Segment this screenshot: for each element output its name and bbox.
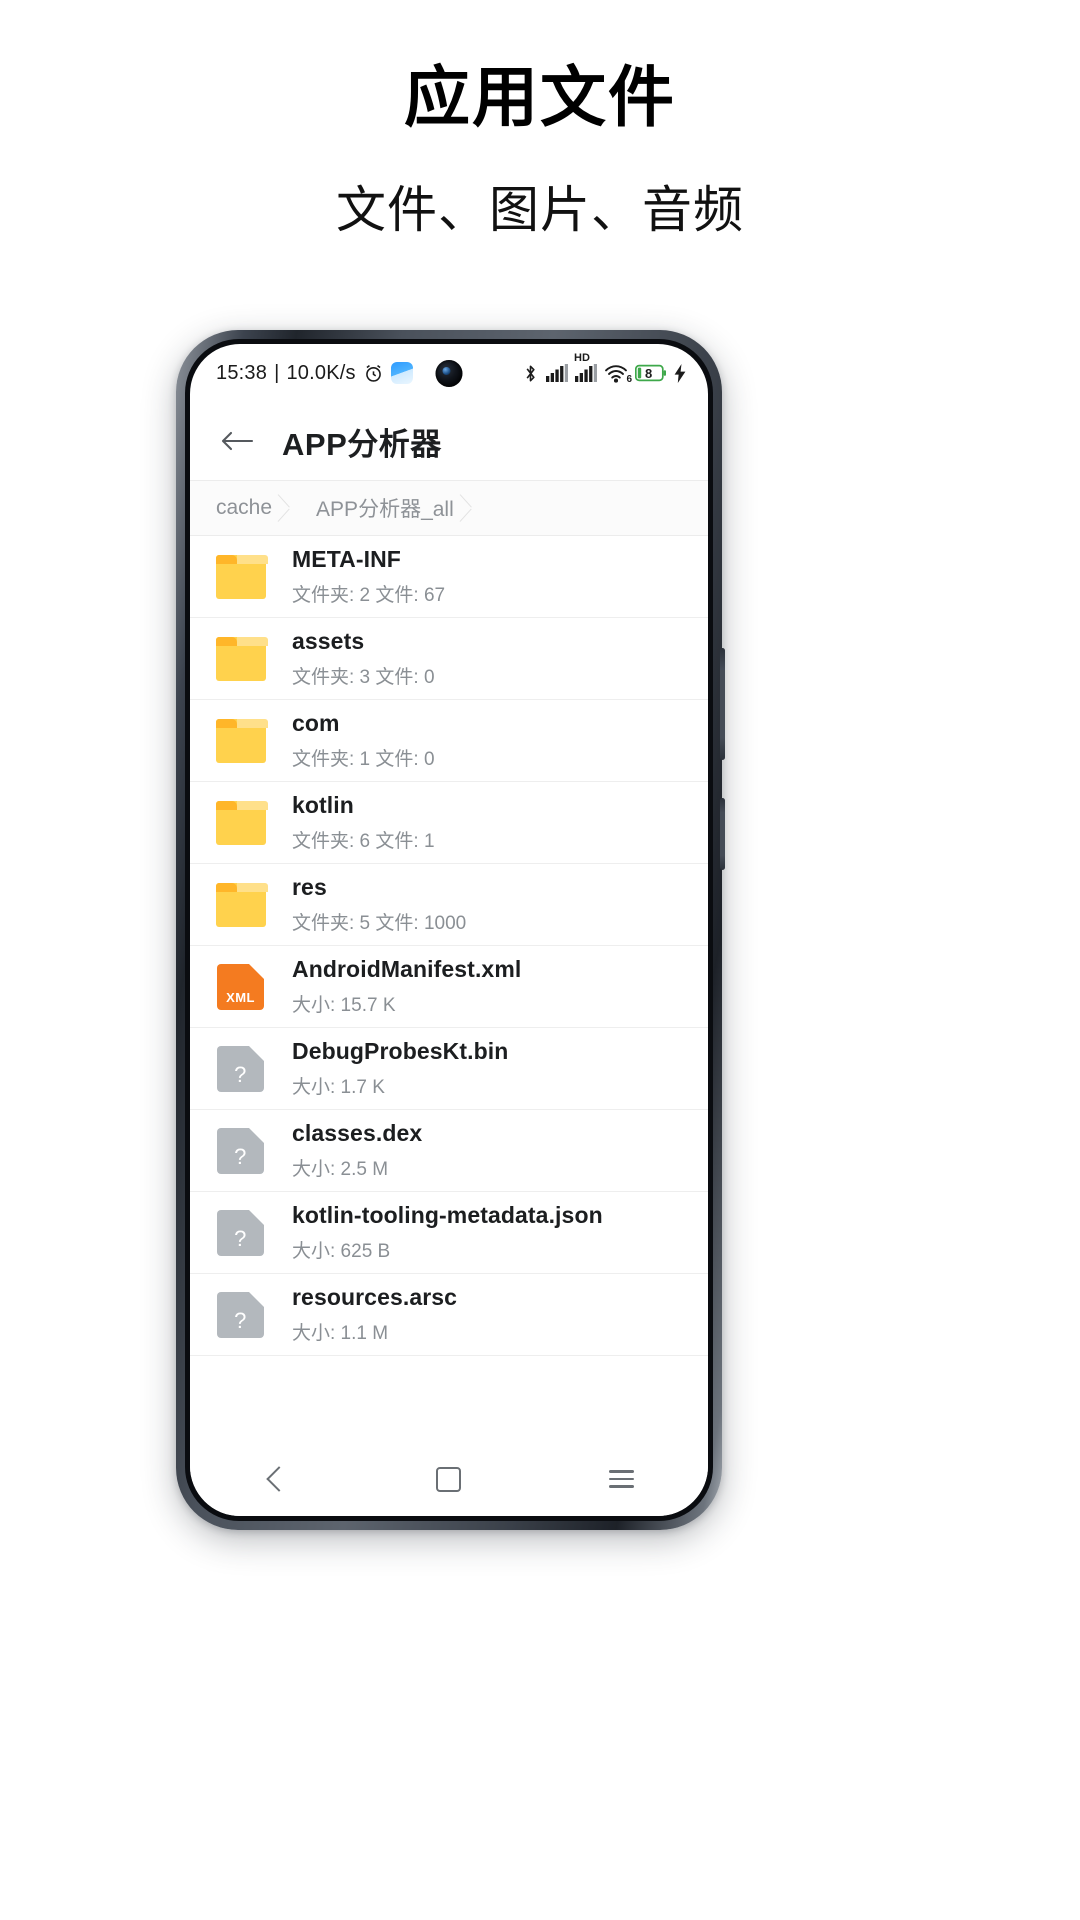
battery-icon: 8 [634,364,667,382]
table-row[interactable]: ? classes.dex 大小: 2.5 M [190,1110,708,1192]
file-name: kotlin [292,792,354,818]
file-meta: 大小: 625 B [292,1241,391,1262]
file-meta: 文件夹: 1 文件: 0 [292,749,435,770]
file-meta: 文件夹: 6 文件: 1 [292,831,435,852]
file-meta: 文件夹: 3 文件: 0 [292,667,435,688]
file-type-badge: ? [234,1143,247,1169]
chevron-right-icon [457,481,481,535]
folder-icon [216,797,268,849]
table-row[interactable]: META-INF 文件夹: 2 文件: 67 [190,536,708,618]
file-type-badge: ? [234,1225,247,1251]
file-meta: 文件夹: 5 文件: 1000 [292,913,467,934]
volume-button[interactable] [720,648,725,760]
nav-back-icon[interactable] [231,1449,321,1509]
alarm-clock-icon [363,363,384,384]
table-row[interactable]: XML AndroidManifest.xml 大小: 15.7 K [190,946,708,1028]
status-separator: | [274,361,280,384]
page-subtitle: 文件、图片、音频 [336,181,744,238]
file-meta: 大小: 15.7 K [292,995,396,1016]
hd-label: HD [574,352,590,364]
nav-home-icon[interactable] [404,1449,494,1509]
file-name: assets [292,628,365,654]
file-name: classes.dex [292,1120,423,1146]
back-arrow-icon[interactable] [214,429,260,453]
breadcrumb-label: cache [216,496,273,519]
file-meta: 大小: 2.5 M [292,1159,389,1180]
cellular-signal-hd-icon: HD [574,353,597,382]
phone-screen: 15:38 | 10.0K/s HD 6 8 APP分析器 cache APP分… [190,344,708,1516]
table-row[interactable]: kotlin 文件夹: 6 文件: 1 [190,782,708,864]
status-bar-right: HD 6 8 [522,353,686,384]
table-row[interactable]: res 文件夹: 5 文件: 1000 [190,864,708,946]
file-name: kotlin-tooling-metadata.json [292,1202,603,1228]
xml-file-icon: XML [216,961,268,1013]
app-bar-title: APP分析器 [282,426,442,462]
file-type-badge: XML [226,989,255,1005]
folder-icon [216,879,268,931]
file-name: META-INF [292,546,401,572]
table-row[interactable]: ? resources.arsc 大小: 1.1 M [190,1274,708,1356]
table-row[interactable]: ? DebugProbesKt.bin 大小: 1.7 K [190,1028,708,1110]
breadcrumb-label: APP分析器_all [316,498,454,521]
file-name: AndroidManifest.xml [292,956,522,982]
system-navigation-bar [190,1442,708,1516]
breadcrumb: cache APP分析器_all [190,481,708,536]
bluetooth-icon [522,363,539,384]
status-bar: 15:38 | 10.0K/s HD 6 8 [190,344,708,402]
file-type-badge: ? [234,1307,247,1333]
status-network-speed: 10.0K/s [286,361,356,384]
cellular-signal-icon [546,364,568,382]
folder-icon [216,551,268,603]
status-bar-left: 15:38 | 10.0K/s [216,362,413,385]
battery-level-label: 8 [645,366,653,381]
phone-mockup: 15:38 | 10.0K/s HD 6 8 APP分析器 cache APP分… [176,330,725,1530]
file-meta: 大小: 1.1 M [292,1323,389,1344]
nav-menu-icon[interactable] [577,1449,667,1509]
table-row[interactable]: assets 文件夹: 3 文件: 0 [190,618,708,700]
table-row[interactable]: ? kotlin-tooling-metadata.json 大小: 625 B [190,1192,708,1274]
unknown-file-icon: ? [216,1207,268,1259]
blue-app-icon [390,362,413,384]
file-name: DebugProbesKt.bin [292,1038,509,1064]
file-name: resources.arsc [292,1284,458,1310]
front-camera-punch-hole [435,360,463,387]
file-meta: 大小: 1.7 K [292,1077,385,1098]
file-list: META-INF 文件夹: 2 文件: 67 assets 文件夹: 3 文件:… [190,536,708,1356]
power-button[interactable] [720,798,725,870]
page-title: 应用文件 [404,59,676,136]
status-time: 15:38 [216,361,268,384]
promo-header: 应用文件 文件、图片、音频 [0,0,1080,238]
wifi-6-icon: 6 [604,364,632,384]
phone-bezel: 15:38 | 10.0K/s HD 6 8 APP分析器 cache APP分… [185,339,713,1521]
breadcrumb-item-app-analyzer-all[interactable]: APP分析器_all [288,481,470,535]
unknown-file-icon: ? [216,1125,268,1177]
folder-icon [216,633,268,685]
unknown-file-icon: ? [216,1289,268,1341]
table-row[interactable]: com 文件夹: 1 文件: 0 [190,700,708,782]
file-meta: 文件夹: 2 文件: 67 [292,585,446,606]
wifi-generation-label: 6 [626,373,632,385]
charging-bolt-icon [674,363,686,383]
unknown-file-icon: ? [216,1043,268,1095]
file-type-badge: ? [234,1061,247,1087]
file-name: res [292,874,327,900]
file-name: com [292,710,340,736]
folder-icon [216,715,268,767]
app-bar: APP分析器 [190,402,708,481]
breadcrumb-item-cache[interactable]: cache [190,481,288,535]
